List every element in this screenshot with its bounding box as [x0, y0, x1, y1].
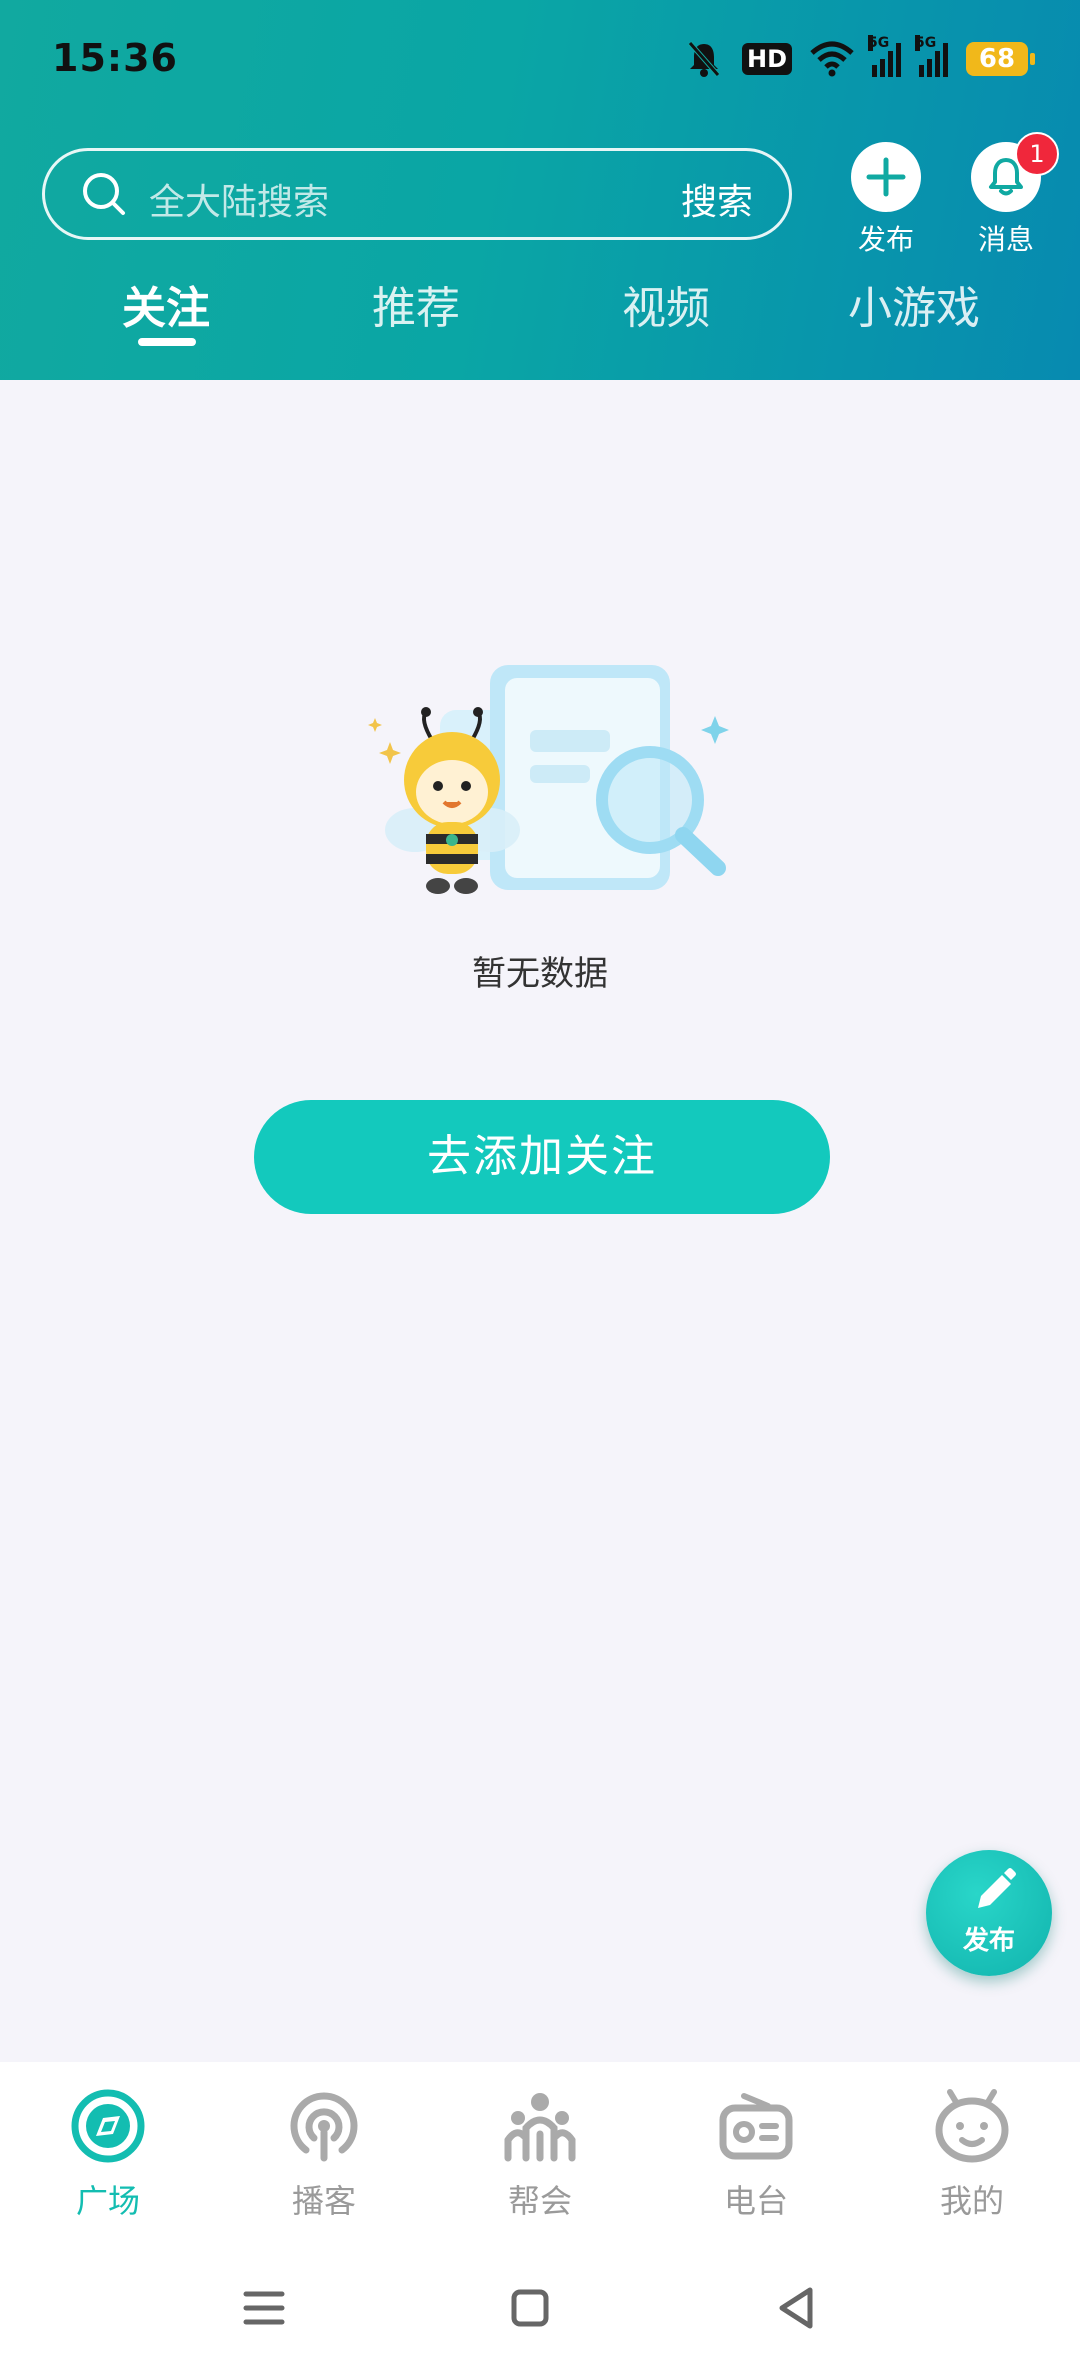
nav-label-guild: 帮会 [507, 2182, 572, 2220]
messages-button[interactable]: 1 消息 [966, 132, 1059, 258]
nav-item-mine[interactable]: 我的 [902, 2088, 1042, 2222]
compass-icon [71, 2089, 145, 2163]
add-follow-button[interactable]: 去添加关注 [254, 1100, 830, 1214]
wifi-icon [810, 41, 854, 77]
podcast-icon [290, 2092, 358, 2162]
messages-badge: 1 [1015, 132, 1059, 176]
nav-item-radio[interactable]: 电台 [686, 2088, 826, 2222]
publish-button[interactable]: 发布 [846, 142, 926, 258]
nav-item-podcast[interactable]: 播客 [254, 2088, 394, 2222]
status-icons: HD 5G 5G 68 [684, 34, 1035, 84]
pencil-icon [978, 1868, 1016, 1908]
system-nav-bar [0, 2242, 1080, 2376]
search-icon [83, 173, 125, 215]
nav-item-guild[interactable]: 帮会 [470, 2088, 610, 2222]
search-input[interactable]: 全大陆搜索 [149, 173, 329, 225]
publish-label: 发布 [857, 223, 914, 256]
bottom-nav: 广场 播客 帮会 电台 我的 [0, 2062, 1080, 2242]
fab-label: 发布 [962, 1926, 1015, 1956]
signal-1-icon: 5G [868, 35, 901, 77]
back-triangle-icon[interactable] [766, 2278, 826, 2338]
active-tab-indicator [138, 338, 196, 346]
home-square-icon[interactable] [500, 2278, 560, 2338]
mute-bell-icon [688, 41, 720, 77]
hd-icon: HD [741, 43, 792, 75]
messages-label: 消息 [977, 223, 1034, 256]
tab-mini-games[interactable]: 小游戏 [848, 272, 980, 336]
battery-icon: 68 [966, 42, 1035, 76]
menu-icon[interactable] [234, 2278, 294, 2338]
nav-item-plaza[interactable]: 广场 [38, 2088, 178, 2222]
floating-publish-button[interactable]: 发布 [926, 1850, 1052, 1976]
nav-label-radio: 电台 [723, 2182, 788, 2220]
empty-state-text: 暂无数据 [472, 954, 608, 994]
nav-label-mine: 我的 [939, 2182, 1004, 2220]
tab-recommend[interactable]: 推荐 [372, 272, 460, 336]
plus-icon [851, 142, 921, 212]
bell-icon: 1 [971, 132, 1059, 212]
search-bar[interactable]: 全大陆搜索 搜索 [42, 148, 792, 240]
status-time: 15:36 [52, 36, 178, 80]
nav-label-podcast: 播客 [291, 2182, 356, 2220]
group-icon [504, 2093, 576, 2162]
search-button[interactable]: 搜索 [681, 173, 753, 225]
header: 15:36 HD 5G 5G 68 全大陆搜索 搜索 发布 1 消息 关注 推荐… [0, 0, 1080, 380]
tab-video[interactable]: 视频 [622, 272, 710, 336]
nav-label-plaza: 广场 [75, 2182, 140, 2220]
empty-state-illustration [368, 665, 729, 894]
tab-follow[interactable]: 关注 [122, 272, 210, 336]
radio-icon [719, 2093, 793, 2160]
robot-face-icon [935, 2089, 1009, 2163]
signal-2-icon: 5G [915, 35, 948, 77]
status-bar: 15:36 HD 5G 5G 68 [0, 0, 1080, 120]
